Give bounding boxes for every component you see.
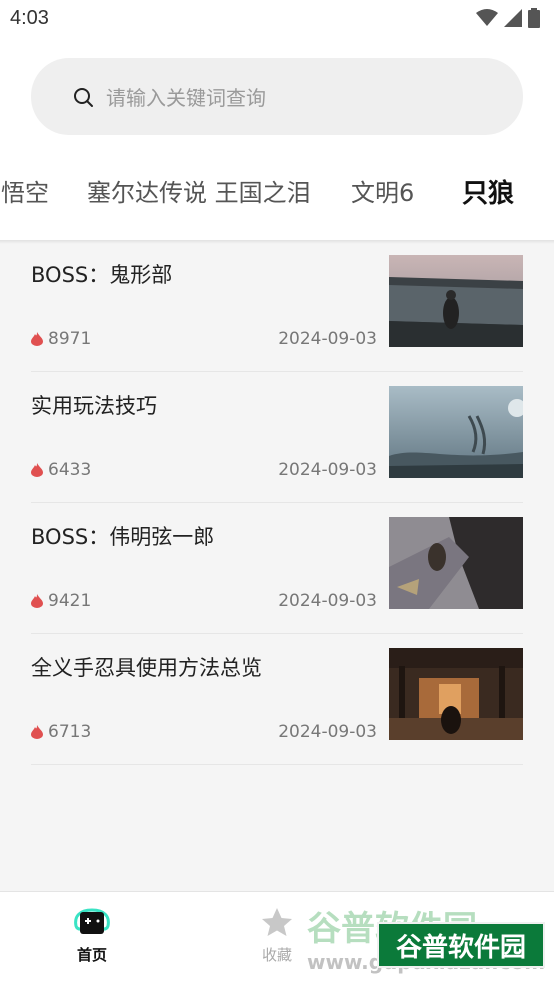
list-item[interactable]: 实用玩法技巧 6433 2024-09-03 (31, 372, 523, 503)
status-bar: 4:03 (0, 0, 554, 38)
wifi-icon (476, 9, 498, 26)
star-icon (262, 908, 292, 936)
article-thumbnail[interactable] (389, 255, 523, 347)
search-icon (74, 87, 93, 107)
article-title: 全义手忍具使用方法总览 (31, 656, 262, 680)
view-count: 9421 (31, 591, 91, 611)
status-icons (476, 8, 540, 28)
tab-civ6[interactable]: 文明6 (351, 173, 414, 208)
view-count: 6713 (31, 722, 91, 742)
view-count: 8971 (31, 329, 91, 349)
nav-label: 首页 (76, 946, 107, 964)
article-title: BOSS：鬼形部 (31, 263, 173, 287)
article-title: 实用玩法技巧 (31, 394, 157, 418)
tab-wukong[interactable]: 悟空 (1, 173, 49, 208)
nav-label: 收藏 (261, 946, 292, 964)
search-bar[interactable]: 请输入关键词查询 (31, 58, 523, 135)
article-thumbnail[interactable] (389, 648, 523, 740)
category-tabs: 悟空 塞尔达传说 王国之泪 文明6 只狼 (0, 173, 554, 217)
fire-icon (31, 463, 43, 477)
article-date: 2024-09-03 (278, 591, 377, 611)
signal-icon (504, 9, 522, 27)
status-time: 4:03 (10, 7, 49, 29)
fire-icon (31, 594, 43, 608)
battery-icon (528, 8, 540, 28)
article-date: 2024-09-03 (278, 722, 377, 742)
search-input[interactable]: 请输入关键词查询 (106, 82, 266, 111)
list-item[interactable]: BOSS：伟明弦一郎 9421 2024-09-03 (31, 503, 523, 634)
tab-sekiro[interactable]: 只狼 (462, 173, 515, 210)
list-item[interactable]: BOSS：鬼形部 8971 2024-09-03 (31, 241, 523, 372)
watermark: 谷普软件园 www.gupuxiazai.com 谷普软件园 (303, 895, 553, 979)
article-date: 2024-09-03 (278, 460, 377, 480)
watermark-logo: 谷普软件园 (377, 922, 545, 968)
article-title: BOSS：伟明弦一郎 (31, 525, 215, 549)
fire-icon (31, 332, 43, 346)
view-count: 6433 (31, 460, 91, 480)
list-item[interactable]: 全义手忍具使用方法总览 6713 2024-09-03 (31, 634, 523, 765)
fire-icon (31, 725, 43, 739)
article-thumbnail[interactable] (389, 386, 523, 478)
article-thumbnail[interactable] (389, 517, 523, 609)
header: 请输入关键词查询 悟空 塞尔达传说 王国之泪 文明6 只狼 (0, 38, 554, 240)
nav-home[interactable]: 首页 (52, 906, 132, 965)
tab-zelda[interactable]: 塞尔达传说 王国之泪 (87, 173, 311, 208)
gamepad-icon (74, 908, 110, 934)
article-date: 2024-09-03 (278, 329, 377, 349)
